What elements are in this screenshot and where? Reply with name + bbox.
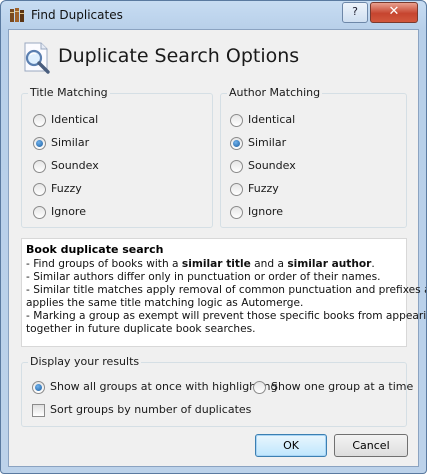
author-similar-radio[interactable] [230,137,243,150]
description-line-5: - Marking a group as exempt will prevent… [26,310,427,322]
title-similar-radio[interactable] [33,137,46,150]
title-soundex-radio[interactable] [33,160,46,173]
title-similar-label: Similar [51,136,90,149]
author-ignore-radio[interactable] [230,206,243,219]
show-one-group-radio[interactable] [253,381,266,394]
description-bold-author: similar author [287,258,372,270]
window-title: Find Duplicates [31,8,123,22]
sort-groups-label: Sort groups by number of duplicates [50,403,252,416]
cancel-button[interactable]: Cancel [334,434,408,457]
help-button[interactable]: ? [342,2,368,23]
author-similar-label: Similar [248,136,287,149]
show-all-groups-label: Show all groups at once with highlightin… [50,380,278,393]
title-ignore-label: Ignore [51,205,86,218]
description-line-2: - Similar authors differ only in punctua… [26,271,381,283]
title-identical-radio[interactable] [33,114,46,127]
description-line-1: - Find groups of books with a similar ti… [26,258,375,270]
description-line-6: together in future duplicate book search… [26,323,256,335]
author-matching-legend: Author Matching [227,86,323,99]
title-matching-group: Title Matching Identical Similar Soundex… [21,86,213,228]
description-heading: Book duplicate search [26,243,164,256]
title-ignore-radio[interactable] [33,206,46,219]
title-bar: Find Duplicates ? ✕ [1,1,426,29]
sort-groups-checkbox[interactable] [32,404,45,417]
author-fuzzy-radio[interactable] [230,183,243,196]
title-fuzzy-radio[interactable] [33,183,46,196]
description-text: - Find groups of books with a [26,258,182,270]
description-text: . [371,258,375,270]
author-identical-radio[interactable] [230,114,243,127]
description-text: and a [250,258,288,270]
title-identical-label: Identical [51,113,99,126]
search-document-icon [24,42,50,74]
description-line-4: applies the same title matching logic as… [26,297,304,309]
description-panel: Book duplicate search - Find groups of b… [21,238,426,347]
show-all-groups-radio[interactable] [32,381,45,394]
app-books-icon [10,8,24,22]
description-bold-title: similar title [181,258,251,270]
dialog-body: Duplicate Search Options Title Matching … [8,29,426,467]
display-results-group: Display your results Show all groups at … [21,355,413,427]
author-matching-group: Author Matching Identical Similar Sounde… [220,86,407,228]
author-identical-label: Identical [248,113,296,126]
title-fuzzy-label: Fuzzy [51,182,82,195]
display-results-legend: Display your results [28,355,142,368]
show-one-group-label: Show one group at a time [271,380,414,393]
close-button[interactable]: ✕ [370,2,418,23]
author-soundex-radio[interactable] [230,160,243,173]
dialog-heading: Duplicate Search Options [58,45,300,67]
description-line-3: - Similar title matches apply removal of… [26,284,427,296]
author-ignore-label: Ignore [248,205,283,218]
title-matching-legend: Title Matching [28,86,110,99]
author-fuzzy-label: Fuzzy [248,182,279,195]
find-duplicates-window: Find Duplicates ? ✕ Duplicate Search Opt… [0,0,427,474]
ok-button[interactable]: OK [255,434,327,457]
author-soundex-label: Soundex [248,159,296,172]
title-soundex-label: Soundex [51,159,99,172]
